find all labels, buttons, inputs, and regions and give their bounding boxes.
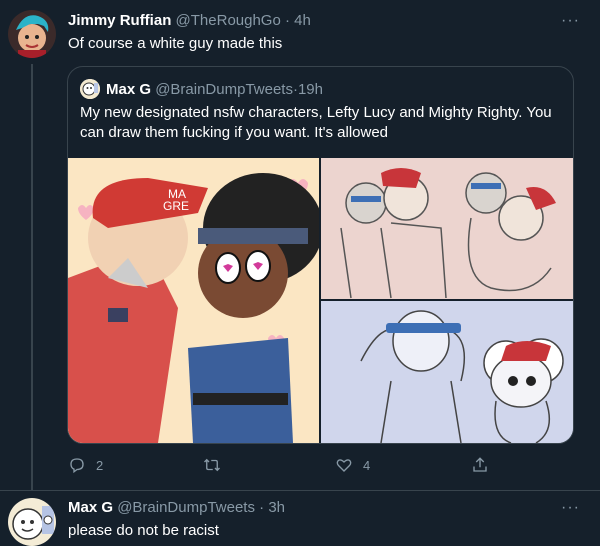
share-button[interactable] bbox=[471, 456, 499, 474]
thread-line bbox=[31, 64, 33, 490]
display-name[interactable]: Max G bbox=[68, 499, 113, 516]
like-button[interactable]: 4 bbox=[335, 456, 370, 474]
like-icon bbox=[336, 459, 352, 472]
handle[interactable]: @BrainDumpTweets bbox=[117, 499, 255, 516]
svg-text:GRE: GRE bbox=[163, 199, 189, 213]
avatar[interactable] bbox=[8, 498, 56, 546]
share-icon bbox=[473, 457, 487, 472]
tweet-header: Jimmy Ruffian @TheRoughGo · 4h bbox=[68, 12, 311, 29]
tweet-text: Of course a white guy made this bbox=[68, 35, 283, 52]
tweet-actions: 2 4 bbox=[68, 456, 508, 476]
media-image-top-right[interactable] bbox=[321, 158, 573, 299]
display-name[interactable]: Jimmy Ruffian bbox=[68, 12, 171, 29]
reply-button[interactable]: 2 bbox=[68, 456, 103, 474]
display-name: Max G bbox=[106, 80, 152, 98]
more-icon[interactable]: ··· bbox=[561, 12, 580, 30]
handle[interactable]: @TheRoughGo bbox=[176, 12, 281, 29]
timestamp[interactable]: 4h bbox=[294, 12, 311, 29]
quoted-tweet[interactable]: Max G @BrainDumpTweets · 19h My new desi… bbox=[67, 66, 574, 444]
separator: · bbox=[254, 499, 269, 516]
tweet-text: please do not be racist bbox=[68, 522, 219, 539]
reply-icon bbox=[70, 458, 84, 474]
retweet-icon bbox=[204, 458, 220, 472]
separator: · bbox=[280, 12, 295, 29]
more-icon[interactable]: ··· bbox=[561, 499, 580, 517]
retweet-button[interactable] bbox=[203, 456, 231, 474]
avatar[interactable] bbox=[8, 10, 56, 58]
like-count: 4 bbox=[363, 457, 371, 473]
media-grid: MA GRE bbox=[68, 158, 573, 443]
tweet-header: Max G @BrainDumpTweets · 3h bbox=[68, 499, 285, 516]
quote-header: Max G @BrainDumpTweets · 19h bbox=[80, 79, 323, 99]
timestamp[interactable]: 3h bbox=[268, 499, 285, 516]
avatar bbox=[80, 79, 100, 99]
timestamp: 19h bbox=[297, 80, 323, 98]
quote-text: My new designated nsfw characters, Lefty… bbox=[80, 104, 552, 141]
reply-count: 2 bbox=[96, 457, 104, 473]
media-image-bottom-right[interactable] bbox=[321, 301, 573, 443]
handle: @BrainDumpTweets bbox=[155, 80, 293, 98]
media-image-main[interactable]: MA GRE bbox=[68, 158, 319, 443]
tweet[interactable]: Max G @BrainDumpTweets · 3h ··· please d… bbox=[0, 491, 600, 546]
tweet[interactable]: Jimmy Ruffian @TheRoughGo · 4h ··· Of co… bbox=[0, 0, 600, 490]
